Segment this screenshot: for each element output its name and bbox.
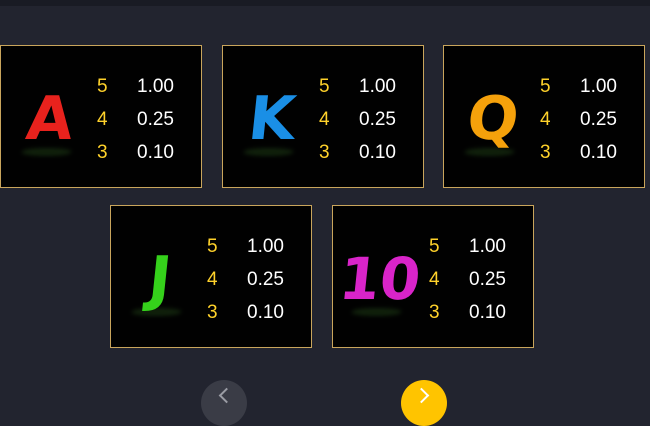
pay-row: 3 0.10	[319, 142, 419, 166]
pay-value: 0.25	[247, 269, 284, 290]
pay-value: 0.10	[137, 142, 174, 163]
symbol-glyph: Q	[463, 84, 523, 154]
pay-value: 1.00	[247, 236, 284, 257]
symbol-glyph: J	[145, 244, 175, 314]
pay-value: 0.10	[580, 142, 617, 163]
letter-j-symbol: J	[113, 240, 207, 318]
letter-q-symbol: Q	[446, 80, 540, 158]
pay-count: 5	[319, 76, 330, 97]
symbol-glyph: A	[23, 84, 77, 154]
pay-value: 1.00	[359, 76, 396, 97]
pay-count: 4	[97, 109, 108, 130]
pay-row: 4 0.25	[319, 109, 419, 133]
pay-count: 4	[540, 109, 551, 130]
paytable-card-ten: 10 5 1.00 4 0.25 3 0.10	[332, 205, 534, 348]
chevron-right-icon	[413, 387, 430, 404]
pay-row: 3 0.10	[540, 142, 640, 166]
pay-count: 5	[540, 76, 551, 97]
pay-value: 1.00	[580, 76, 617, 97]
pay-count: 5	[207, 236, 218, 257]
pay-count: 3	[319, 142, 330, 163]
paytable-card-j: J 5 1.00 4 0.25 3 0.10	[110, 205, 312, 348]
pay-value: 0.10	[469, 302, 506, 323]
letter-a-symbol: A	[3, 80, 97, 158]
pay-row: 4 0.25	[540, 109, 640, 133]
paytable-card-a: A 5 1.00 4 0.25 3 0.10	[0, 45, 202, 188]
number-10-symbol: 10	[333, 240, 427, 318]
top-bar	[0, 0, 650, 6]
pay-row: 5 1.00	[97, 76, 197, 100]
symbol-glyph: 10	[336, 245, 424, 313]
pay-row: 4 0.25	[207, 269, 307, 293]
pay-count: 3	[97, 142, 108, 163]
pay-count: 4	[429, 269, 440, 290]
pay-count: 5	[97, 76, 108, 97]
pay-value: 0.25	[469, 269, 506, 290]
paytable-card-k: K 5 1.00 4 0.25 3 0.10	[222, 45, 424, 188]
pay-row: 4 0.25	[97, 109, 197, 133]
pay-value: 0.25	[359, 109, 396, 130]
pay-row: 5 1.00	[207, 236, 307, 260]
pay-row: 3 0.10	[207, 302, 307, 326]
pay-value: 0.25	[580, 109, 617, 130]
pay-value: 1.00	[469, 236, 506, 257]
pay-value: 1.00	[137, 76, 174, 97]
symbol-glyph: K	[245, 84, 299, 154]
pay-row: 5 1.00	[540, 76, 640, 100]
pay-count: 3	[540, 142, 551, 163]
chevron-left-icon	[218, 387, 235, 404]
letter-k-symbol: K	[225, 80, 319, 158]
prev-page-button[interactable]	[201, 380, 247, 426]
pay-count: 4	[207, 269, 218, 290]
pay-value: 0.25	[137, 109, 174, 130]
pay-count: 4	[319, 109, 330, 130]
pay-count: 3	[207, 302, 218, 323]
paytable-card-q: Q 5 1.00 4 0.25 3 0.10	[443, 45, 645, 188]
pay-row: 3 0.10	[429, 302, 529, 326]
pay-row: 4 0.25	[429, 269, 529, 293]
next-page-button[interactable]	[401, 380, 447, 426]
pay-row: 5 1.00	[429, 236, 529, 260]
pay-value: 0.10	[247, 302, 284, 323]
pay-row: 3 0.10	[97, 142, 197, 166]
pay-row: 5 1.00	[319, 76, 419, 100]
pay-value: 0.10	[359, 142, 396, 163]
pay-count: 3	[429, 302, 440, 323]
pay-count: 5	[429, 236, 440, 257]
